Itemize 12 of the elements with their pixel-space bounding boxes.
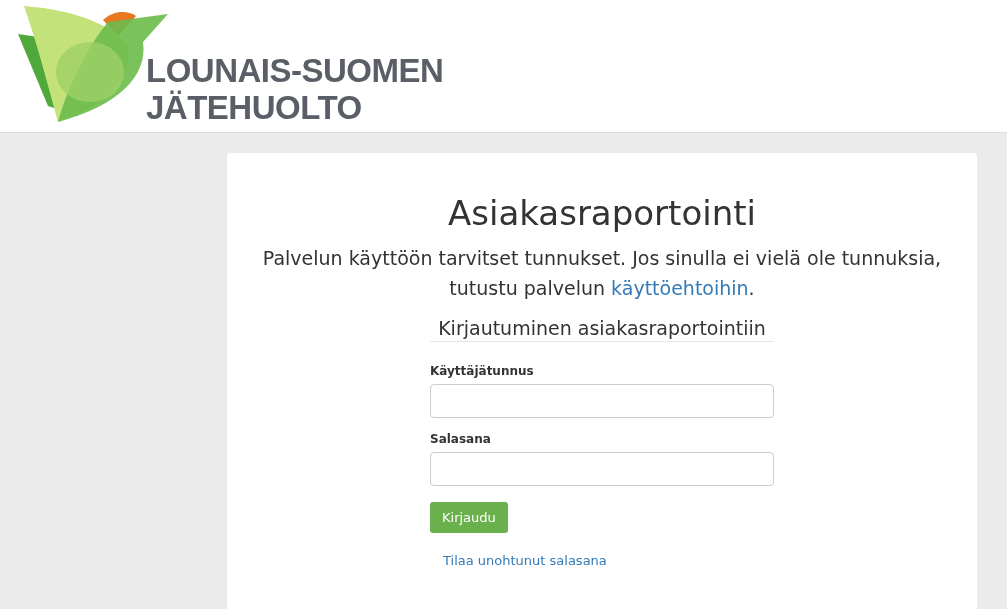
form-legend: Kirjautuminen asiakasraportointiin [430,317,774,342]
page-title: Asiakasraportointi [448,193,756,233]
input-field[interactable] [430,452,774,486]
field-label: Käyttäjätunnus [430,364,535,378]
forgot-password-link[interactable]: Tilaa unohtunut salasana [443,553,607,568]
logo-wordmark-line: LOUNAIS-SUOMEN [146,52,444,89]
terms-link[interactable]: käyttöehtoihin [611,277,749,299]
logo-wordmark-line: JÄTEHUOLTO [146,89,363,126]
field-label: Salasana [430,432,492,446]
input-field[interactable] [430,384,774,418]
intro-text: Palvelun käyttöön tarvitset tunnukset. Jos sinulla ei vielä ole tunnuksia, tutustu palvelun käyttöehtoihin. [262,246,942,301]
login-button[interactable]: Kirjaudu [430,502,508,533]
